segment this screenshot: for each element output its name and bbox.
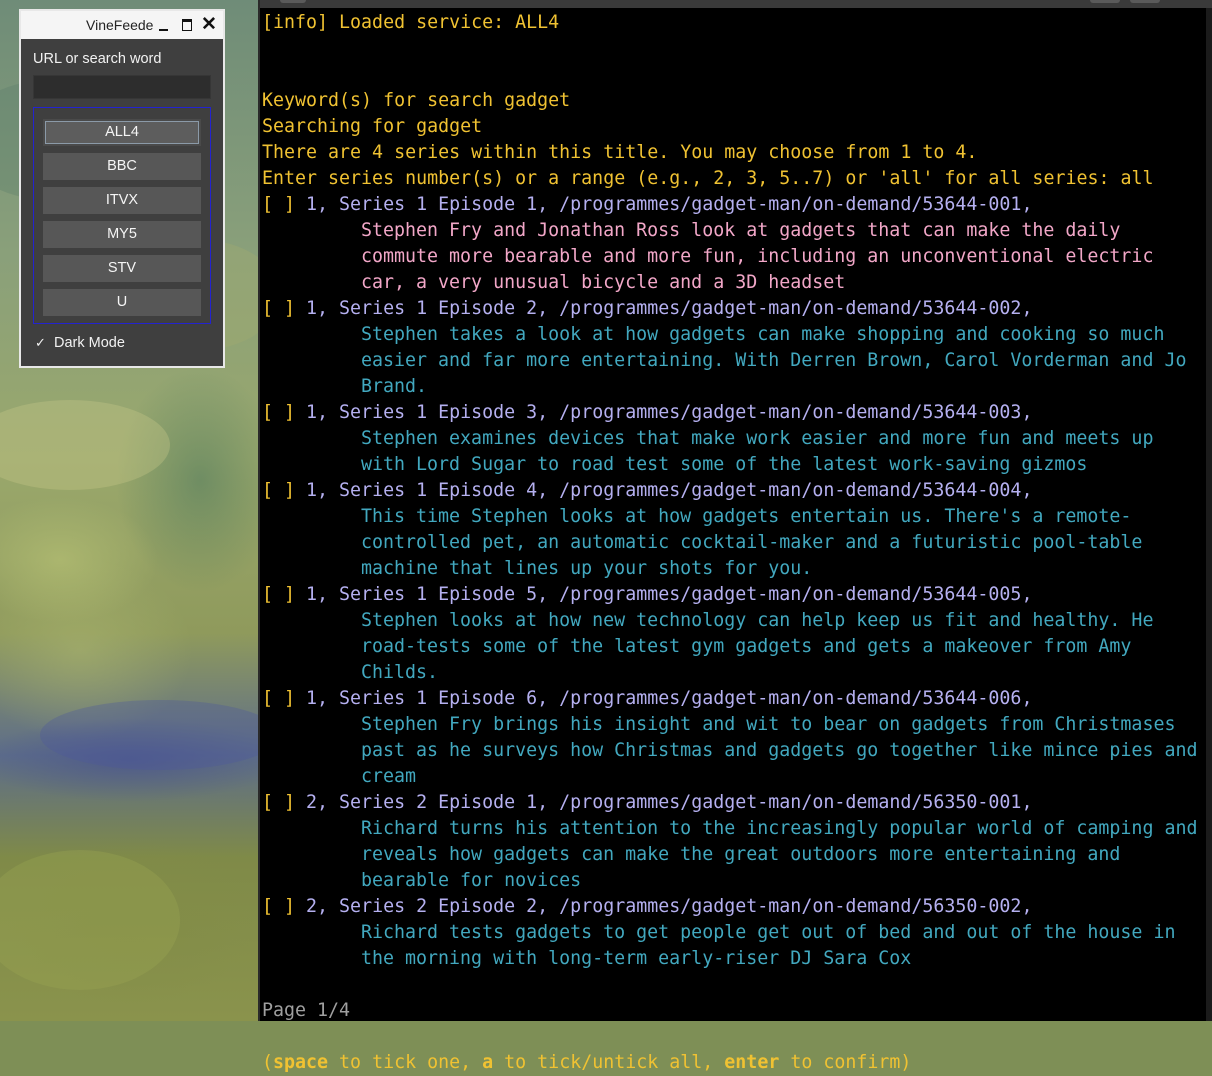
help-key-a: a (482, 1052, 494, 1073)
terminal-line: [info] Loaded service: ALL4 (262, 12, 560, 33)
episode-checkbox: [ ] (262, 480, 296, 501)
service-button-group: ALL4 BBC ITVX MY5 STV U (33, 107, 211, 324)
service-button-stv[interactable]: STV (43, 255, 201, 282)
url-search-label: URL or search word (33, 51, 162, 67)
terminal-line: Enter series number(s) or a range (e.g.,… (262, 168, 1154, 189)
episode-checkbox: [ ] (262, 792, 296, 813)
help-key-space: space (273, 1052, 329, 1073)
episode-header: 1, Series 1 Episode 6, /programmes/gadge… (295, 688, 1033, 709)
episode-header: 1, Series 1 Episode 4, /programmes/gadge… (295, 480, 1033, 501)
episode-description: Stephen Fry brings his insight and wit t… (361, 714, 1209, 787)
maximize-icon[interactable] (177, 15, 197, 35)
title-bar[interactable]: VineFeeder ✕ (21, 11, 223, 39)
episode-description: Stephen looks at how new technology can … (361, 610, 1165, 683)
episode-description: This time Stephen looks at how gadgets e… (361, 506, 1154, 579)
window-title: VineFeeder (86, 17, 154, 33)
checkmark-icon: ✓ (35, 335, 46, 350)
episode-header: 1, Series 1 Episode 1, /programmes/gadge… (295, 194, 1033, 215)
help-text: to confirm) (779, 1052, 912, 1073)
help-text: to tick/untick all, (493, 1052, 725, 1073)
episode-row: [ ] 1, Series 1 Episode 5, /programmes/g… (262, 582, 1206, 608)
episode-header: 1, Series 1 Episode 3, /programmes/gadge… (295, 402, 1033, 423)
service-button-u[interactable]: U (43, 289, 201, 316)
episode-description: Richard tests gadgets to get people get … (361, 922, 1187, 969)
terminal-line: There are 4 series within this title. Yo… (262, 142, 978, 163)
page-indicator: Page 1/4 (262, 1000, 351, 1021)
episode-row: [ ] 1, Series 1 Episode 4, /programmes/g… (262, 478, 1206, 504)
episode-header: 1, Series 1 Episode 2, /programmes/gadge… (295, 298, 1033, 319)
episode-row: [ ] 1, Series 1 Episode 6, /programmes/g… (262, 686, 1206, 712)
episode-header: 2, Series 2 Episode 2, /programmes/gadge… (295, 896, 1033, 917)
episode-row: [ ] 1, Series 1 Episode 3, /programmes/g… (262, 400, 1206, 426)
service-button-itvx[interactable]: ITVX (43, 187, 201, 214)
episode-checkbox: [ ] (262, 896, 296, 917)
episode-header: 1, Series 1 Episode 5, /programmes/gadge… (295, 584, 1033, 605)
service-button-my5[interactable]: MY5 (43, 221, 201, 248)
terminal-tab-bar (260, 0, 1212, 8)
terminal-window[interactable]: [info] Loaded service: ALL4 Keyword(s) fo… (258, 0, 1212, 1073)
episode-checkbox: [ ] (262, 298, 296, 319)
vinefeeder-window: VineFeeder ✕ URL or search word ALL4 BBC… (19, 9, 225, 368)
terminal-output: [info] Loaded service: ALL4 Keyword(s) fo… (262, 10, 1206, 1076)
episode-row: [ ] 2, Series 2 Episode 2, /programmes/g… (262, 894, 1206, 920)
help-text: ( (262, 1052, 274, 1073)
episode-row: [ ] 1, Series 1 Episode 2, /programmes/g… (262, 296, 1206, 322)
close-icon[interactable]: ✕ (199, 15, 219, 35)
episode-row: [ ] 2, Series 2 Episode 1, /programmes/g… (262, 790, 1206, 816)
episode-checkbox: [ ] (262, 584, 296, 605)
episode-checkbox: [ ] (262, 688, 296, 709)
terminal-line: Keyword(s) for search gadget (262, 90, 571, 111)
url-search-input[interactable] (33, 75, 211, 99)
terminal-line: Searching for gadget (262, 116, 483, 137)
dark-mode-toggle[interactable]: ✓ Dark Mode (35, 335, 125, 351)
minimize-icon[interactable] (154, 15, 174, 35)
service-button-bbc[interactable]: BBC (43, 153, 201, 180)
episode-description: Stephen examines devices that make work … (361, 428, 1165, 475)
episode-checkbox: [ ] (262, 194, 296, 215)
episode-header: 2, Series 2 Episode 1, /programmes/gadge… (295, 792, 1033, 813)
episode-row: [ ] 1, Series 1 Episode 1, /programmes/g… (262, 192, 1206, 218)
terminal-scrollbar[interactable] (1206, 8, 1212, 1021)
service-button-all4[interactable]: ALL4 (43, 119, 201, 146)
episode-checkbox: [ ] (262, 402, 296, 423)
episode-description: Stephen takes a look at how gadgets can … (361, 324, 1198, 397)
help-text: to tick one, (328, 1052, 483, 1073)
episode-description: Richard turns his attention to the incre… (361, 818, 1209, 891)
keyboard-help-line: (space to tick one, a to tick/untick all… (262, 1050, 1206, 1076)
dark-mode-label: Dark Mode (54, 335, 125, 351)
episode-description: Stephen Fry and Jonathan Ross look at ga… (361, 220, 1165, 293)
help-key-enter: enter (724, 1052, 780, 1073)
